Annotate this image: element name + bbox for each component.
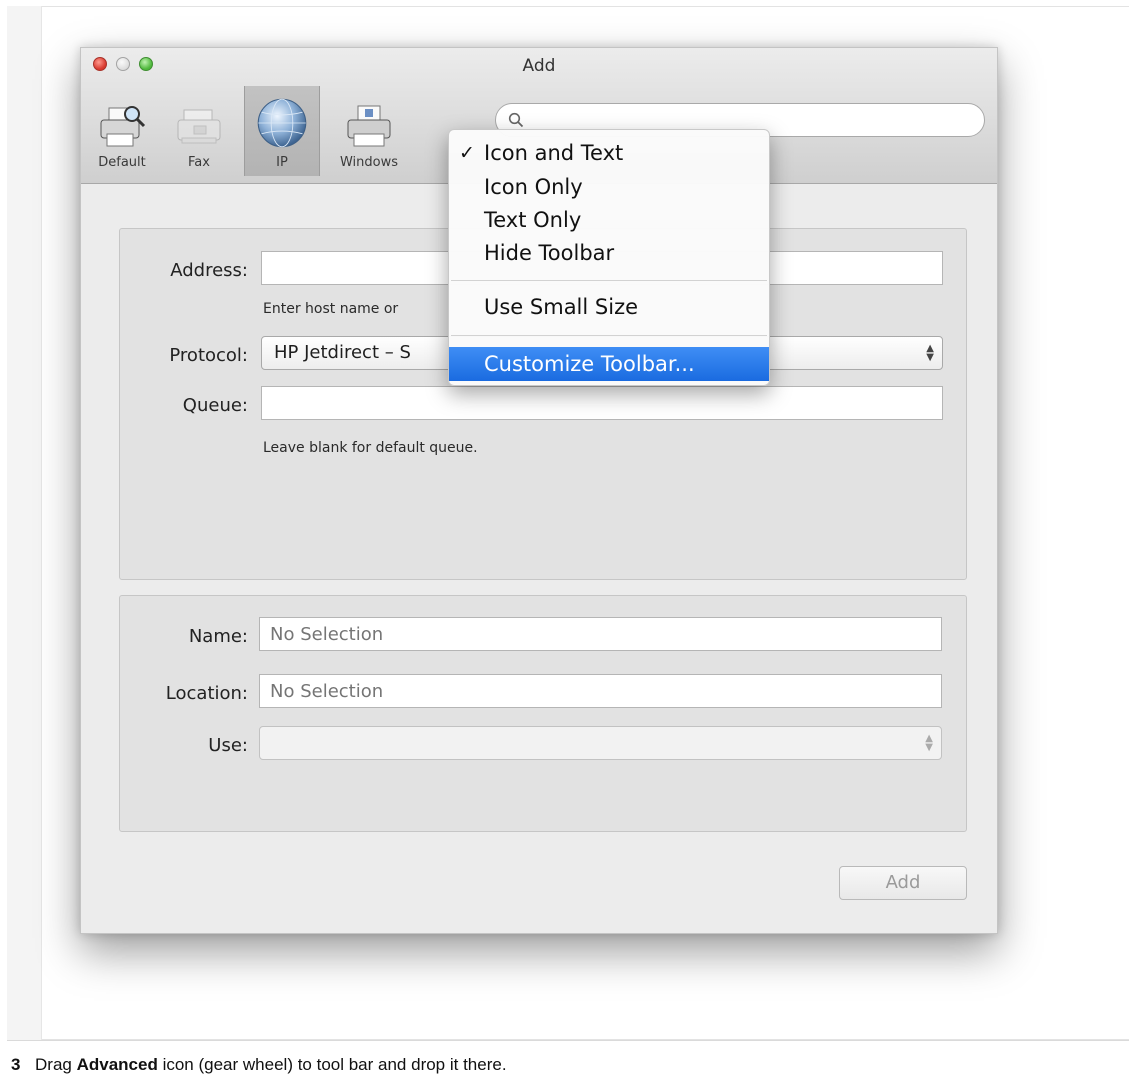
protocol-label: Protocol:	[169, 345, 248, 366]
document-margin-bar	[7, 6, 42, 1040]
menu-item-label: Icon and Text	[484, 141, 624, 165]
toolbar-item-fax[interactable]: Fax	[169, 96, 229, 176]
search-icon	[508, 112, 524, 128]
name-label: Name:	[188, 626, 248, 647]
fax-icon	[177, 109, 221, 144]
toolbar-item-windows[interactable]: Windows	[324, 96, 414, 176]
menu-item-customize-toolbar[interactable]: Customize Toolbar...	[449, 347, 769, 381]
protocol-value: HP Jetdirect – S	[274, 342, 411, 363]
name-field[interactable]	[259, 617, 942, 651]
checkmark-icon: ✓	[459, 142, 475, 164]
menu-item-icon-only[interactable]: Icon Only	[449, 170, 769, 204]
menu-item-label: Text Only	[484, 208, 582, 232]
globe-icon	[257, 98, 307, 148]
windows-printer-icon	[347, 105, 391, 147]
menu-item-label: Hide Toolbar	[484, 241, 615, 265]
menu-item-use-small-size[interactable]: Use Small Size	[449, 290, 769, 324]
toolbar-item-ip[interactable]: IP	[244, 86, 320, 176]
use-popup[interactable]: ▲ ▼	[259, 726, 942, 760]
menu-item-label: Icon Only	[484, 175, 583, 199]
menu-separator	[451, 335, 767, 336]
menu-item-text-only[interactable]: Text Only	[449, 203, 769, 237]
add-button[interactable]: Add	[839, 866, 967, 900]
queue-hint: Leave blank for default queue.	[263, 440, 478, 456]
step-instruction: Drag Advanced icon (gear wheel) to tool …	[35, 1055, 507, 1075]
menu-item-label: Customize Toolbar...	[484, 352, 695, 376]
window-title: Add	[522, 56, 556, 76]
location-field[interactable]	[259, 674, 942, 708]
updown-arrows-icon: ▲ ▼	[926, 343, 934, 363]
toolbar-context-menu: ✓ Icon and Text Icon Only Text Only Hide…	[448, 129, 770, 386]
address-label: Address:	[170, 260, 248, 281]
step-prefix: Drag	[35, 1055, 72, 1074]
queue-label: Queue:	[182, 395, 248, 416]
menu-separator	[451, 280, 767, 281]
toolbar-label-windows: Windows	[339, 155, 399, 170]
toolbar-item-default[interactable]: Default	[87, 96, 157, 176]
menu-item-label: Use Small Size	[484, 295, 639, 319]
menu-item-icon-and-text[interactable]: ✓ Icon and Text	[449, 136, 769, 170]
menu-item-hide-toolbar[interactable]: Hide Toolbar	[449, 236, 769, 270]
location-label: Location:	[165, 683, 248, 704]
step-suffix: icon (gear wheel) to tool bar and drop i…	[162, 1055, 507, 1074]
use-label: Use:	[208, 735, 248, 756]
updown-arrows-icon: ▲ ▼	[925, 733, 933, 753]
printer-magnifier-icon	[100, 106, 146, 147]
toolbar-label-fax: Fax	[188, 155, 210, 170]
step-bold-term: Advanced	[76, 1055, 158, 1074]
step-number: 3	[11, 1055, 21, 1074]
toolbar-label-ip: IP	[276, 155, 288, 170]
step-separator	[7, 1040, 1129, 1041]
toolbar-label-default: Default	[98, 155, 146, 170]
address-hint: Enter host name or	[263, 301, 399, 317]
queue-field[interactable]	[261, 386, 943, 420]
